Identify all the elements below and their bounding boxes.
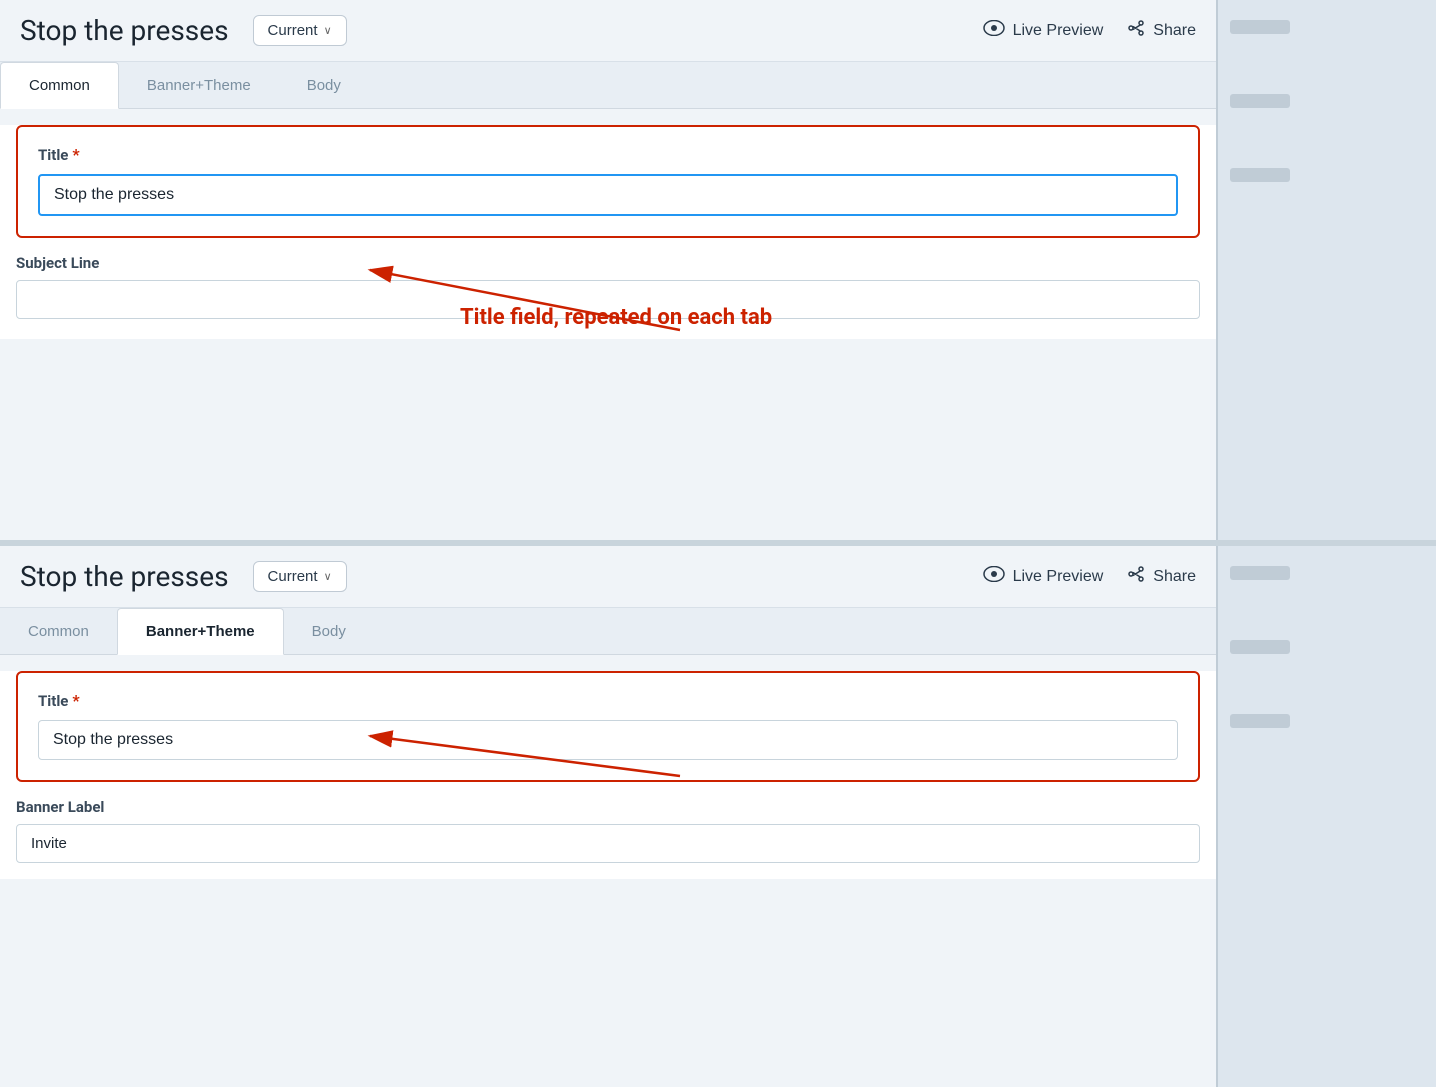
bottom-live-preview-label: Live Preview <box>1013 568 1104 586</box>
share-icon <box>1127 19 1145 42</box>
tab-banner-theme-bottom[interactable]: Banner+Theme <box>117 608 284 655</box>
top-title-input[interactable] <box>38 174 1178 216</box>
bottom-tab-bar: Common Banner+Theme Body <box>0 608 1216 655</box>
bottom-live-preview-button[interactable]: Live Preview <box>983 566 1104 587</box>
top-panel-content: Title * Subject Line <box>0 125 1216 339</box>
share-label: Share <box>1153 22 1196 40</box>
tab-body-bottom[interactable]: Body <box>284 608 374 654</box>
bottom-version-button[interactable]: Current ∨ <box>253 561 347 592</box>
top-version-button[interactable]: Current ∨ <box>253 15 347 46</box>
sidebar-stub-3 <box>1230 168 1290 182</box>
bottom-sidebar-stub-2 <box>1230 640 1290 654</box>
tab-common-bottom[interactable]: Common <box>0 608 117 654</box>
bottom-title-section-box: Title * <box>16 671 1200 782</box>
top-subject-input[interactable] <box>16 280 1200 319</box>
bottom-title-input[interactable] <box>38 720 1178 760</box>
bottom-header: Stop the presses Current ∨ Live Preview <box>0 546 1216 608</box>
bottom-sidebar-stub-3 <box>1230 714 1290 728</box>
top-right-sidebar <box>1216 0 1436 540</box>
top-title-label-row: Title * <box>38 145 1178 164</box>
eye-icon <box>983 20 1005 41</box>
bottom-share-icon <box>1127 565 1145 588</box>
sidebar-stub-1 <box>1230 20 1290 34</box>
bottom-panel-title: Stop the presses <box>20 560 229 593</box>
bottom-sidebar-stub-1 <box>1230 566 1290 580</box>
live-preview-label: Live Preview <box>1013 22 1104 40</box>
top-subject-section: Subject Line <box>0 254 1216 339</box>
bottom-panel: Stop the presses Current ∨ Live Preview <box>0 546 1436 1087</box>
top-share-button[interactable]: Share <box>1127 19 1196 42</box>
top-title-required-star: * <box>72 145 79 164</box>
top-header: Stop the presses Current ∨ Live Preview <box>0 0 1216 62</box>
bottom-banner-input[interactable] <box>16 824 1200 863</box>
top-title-section-box: Title * <box>16 125 1200 238</box>
bottom-version-chevron-icon: ∨ <box>324 570 332 583</box>
bottom-title-label-row: Title * <box>38 691 1178 710</box>
top-subject-label: Subject Line <box>16 254 1200 272</box>
version-label: Current <box>268 22 318 39</box>
bottom-banner-label-text: Banner Label <box>16 798 1200 816</box>
bottom-share-label: Share <box>1153 568 1196 586</box>
tab-banner-theme-top[interactable]: Banner+Theme <box>119 62 279 108</box>
bottom-title-required-star: * <box>72 691 79 710</box>
top-header-right: Live Preview Share <box>983 19 1196 42</box>
top-panel: Stop the presses Current ∨ Live Preview <box>0 0 1436 540</box>
bottom-panel-content: Title * Banner Label <box>0 671 1216 879</box>
top-tab-bar: Common Banner+Theme Body <box>0 62 1216 109</box>
bottom-main-content: Stop the presses Current ∨ Live Preview <box>0 546 1216 879</box>
tab-common-top[interactable]: Common <box>0 62 119 109</box>
top-live-preview-button[interactable]: Live Preview <box>983 20 1104 41</box>
top-panel-title: Stop the presses <box>20 14 229 47</box>
sidebar-stub-2 <box>1230 94 1290 108</box>
top-main-content: Stop the presses Current ∨ Live Preview <box>0 0 1216 339</box>
tab-body-top[interactable]: Body <box>279 62 369 108</box>
bottom-version-label: Current <box>268 568 318 585</box>
bottom-eye-icon <box>983 566 1005 587</box>
version-chevron-icon: ∨ <box>324 24 332 37</box>
panels-container: Stop the presses Current ∨ Live Preview <box>0 0 1436 1087</box>
top-title-label-text: Title <box>38 146 68 164</box>
bottom-share-button[interactable]: Share <box>1127 565 1196 588</box>
bottom-banner-section: Banner Label <box>0 798 1216 879</box>
bottom-header-right: Live Preview Share <box>983 565 1196 588</box>
bottom-right-sidebar <box>1216 546 1436 1087</box>
bottom-title-label-text: Title <box>38 692 68 710</box>
